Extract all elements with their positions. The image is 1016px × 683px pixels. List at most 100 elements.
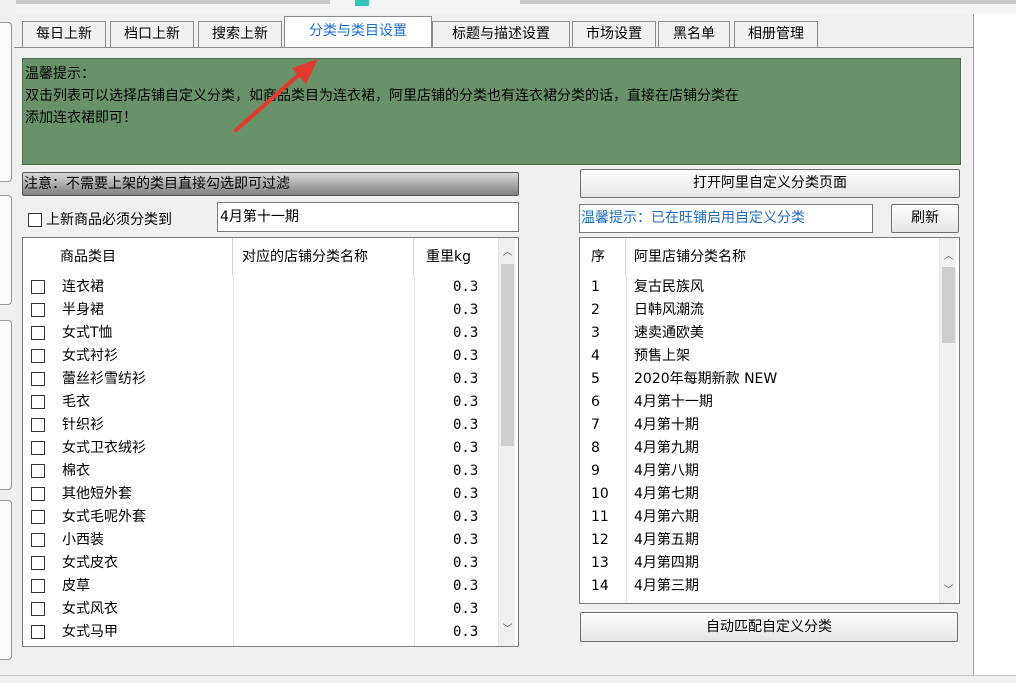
top-strip-left <box>0 0 330 4</box>
tab-daily-new[interactable]: 每日上新 <box>22 21 106 48</box>
table-row[interactable]: 棉衣 0.3 <box>23 460 498 483</box>
table-row[interactable]: 蕾丝衫雪纺衫 0.3 <box>23 368 498 391</box>
row-checkbox[interactable] <box>31 579 45 594</box>
tab-search-new[interactable]: 搜索上新 <box>198 21 282 48</box>
weight-value[interactable]: 0.3 <box>453 322 478 345</box>
tab-title-description[interactable]: 标题与描述设置 <box>432 21 570 48</box>
weight-value[interactable]: 0.3 <box>453 460 478 483</box>
row-checkbox[interactable] <box>31 349 45 364</box>
list-item[interactable]: 10 4月第七期 <box>580 483 939 506</box>
table-row[interactable]: 女式风衣 0.3 <box>23 598 498 621</box>
scroll-thumb[interactable] <box>942 267 955 343</box>
header-shop-category[interactable]: 对应的店铺分类名称 <box>233 238 414 276</box>
table-row[interactable]: 半身裙 0.3 <box>23 299 498 322</box>
open-ali-category-button[interactable]: 打开阿里自定义分类页面 <box>580 169 960 198</box>
table-row[interactable]: 其他短外套 0.3 <box>23 483 498 506</box>
table-row[interactable]: 毛衣 0.3 <box>23 391 498 414</box>
weight-value[interactable]: 0.3 <box>453 437 478 460</box>
row-index: 10 <box>591 486 609 502</box>
row-checkbox[interactable] <box>31 326 45 341</box>
table-row[interactable]: 女式马甲 0.3 <box>23 621 498 644</box>
must-classify-checkbox-label[interactable]: 上新商品必须分类到 <box>28 209 172 229</box>
row-index: 13 <box>591 555 609 571</box>
list-item[interactable]: 13 4月第四期 <box>580 552 939 575</box>
row-checkbox[interactable] <box>31 510 45 525</box>
weight-value[interactable]: 0.3 <box>453 575 478 598</box>
weight-value[interactable]: 0.3 <box>453 529 478 552</box>
list-item[interactable]: 1 复古民族风 <box>580 276 939 299</box>
list-item[interactable]: 5 2020年每期新款 NEW <box>580 368 939 391</box>
must-classify-input[interactable]: 4月第十一期 <box>217 202 519 232</box>
list-item[interactable]: 11 4月第六期 <box>580 506 939 529</box>
weight-value[interactable]: 0.3 <box>453 552 478 575</box>
header-ali-category[interactable]: 阿里店铺分类名称 <box>626 238 939 276</box>
weight-value[interactable]: 0.3 <box>453 621 478 644</box>
table-row[interactable]: 针织衫 0.3 <box>23 414 498 437</box>
chevron-down-icon[interactable]: ﹀ <box>940 582 957 599</box>
row-checkbox[interactable] <box>31 602 45 617</box>
row-checkbox[interactable] <box>31 556 45 571</box>
table-row[interactable]: 女式卫衣绒衫 0.3 <box>23 437 498 460</box>
list-item[interactable]: 9 4月第八期 <box>580 460 939 483</box>
row-checkbox[interactable] <box>31 487 45 502</box>
tab-category-settings[interactable]: 分类与类目设置 <box>284 16 432 48</box>
category-grid[interactable]: 商品类目 对应的店铺分类名称 重里kg 连衣裙 0.3 半身裙 0.3 女式T恤 0.3 女… <box>22 237 519 647</box>
ali-category-grid[interactable]: 序 阿里店铺分类名称 1 复古民族风 2 日韩风潮流 3 速卖通欧美 4 预售上架 5 2020年… <box>579 237 960 604</box>
weight-value[interactable]: 0.3 <box>453 414 478 437</box>
weight-value[interactable]: 0.3 <box>453 368 478 391</box>
tab-blacklist[interactable]: 黑名单 <box>658 21 730 48</box>
weight-value[interactable]: 0.3 <box>453 299 478 322</box>
chevron-down-icon[interactable]: ﹀ <box>499 621 516 638</box>
table-row[interactable]: 女式衬衫 0.3 <box>23 345 498 368</box>
table-row[interactable]: 连衣裙 0.3 <box>23 276 498 299</box>
category-scrollbar[interactable]: ︿ ﹀ <box>498 238 515 646</box>
notice-title: 温馨提示： <box>25 66 95 82</box>
left-edge-box <box>0 22 12 182</box>
must-classify-checkbox[interactable] <box>28 213 42 227</box>
tab-market-settings[interactable]: 市场设置 <box>572 21 656 48</box>
ali-category-name: 4月第七期 <box>634 486 699 502</box>
ali-scrollbar[interactable]: ︿ ﹀ <box>939 238 956 603</box>
auto-match-button[interactable]: 自动匹配自定义分类 <box>580 612 958 642</box>
list-item[interactable]: 4 预售上架 <box>580 345 939 368</box>
row-checkbox[interactable] <box>31 625 45 640</box>
scroll-thumb[interactable] <box>501 264 514 446</box>
row-checkbox[interactable] <box>31 395 45 410</box>
list-item[interactable]: 8 4月第九期 <box>580 437 939 460</box>
table-row[interactable]: 小西装 0.3 <box>23 529 498 552</box>
row-checkbox[interactable] <box>31 418 45 433</box>
header-index[interactable]: 序 <box>580 238 626 276</box>
row-checkbox[interactable] <box>31 280 45 295</box>
row-checkbox[interactable] <box>31 441 45 456</box>
list-item[interactable]: 14 4月第三期 <box>580 575 939 598</box>
list-item[interactable]: 2 日韩风潮流 <box>580 299 939 322</box>
table-row[interactable]: 女式皮衣 0.3 <box>23 552 498 575</box>
row-checkbox[interactable] <box>31 533 45 548</box>
weight-value[interactable]: 0.3 <box>453 598 478 621</box>
chevron-up-icon[interactable]: ︿ <box>499 244 516 261</box>
weight-value[interactable]: 0.3 <box>453 345 478 368</box>
tab-stall-new[interactable]: 档口上新 <box>110 21 194 48</box>
row-checkbox[interactable] <box>31 372 45 387</box>
table-row[interactable]: 女式毛呢外套 0.3 <box>23 506 498 529</box>
ali-category-name: 4月第五期 <box>634 532 699 548</box>
list-item[interactable]: 12 4月第五期 <box>580 529 939 552</box>
row-checkbox[interactable] <box>31 464 45 479</box>
weight-value[interactable]: 0.3 <box>453 483 478 506</box>
table-row[interactable]: 皮草 0.3 <box>23 575 498 598</box>
header-category[interactable]: 商品类目 <box>23 238 233 276</box>
list-item[interactable]: 7 4月第十期 <box>580 414 939 437</box>
bottom-bar <box>0 675 1016 683</box>
list-item[interactable]: 6 4月第十一期 <box>580 391 939 414</box>
header-weight[interactable]: 重里kg <box>414 238 498 276</box>
tab-album-manage[interactable]: 相册管理 <box>734 21 818 48</box>
weight-value[interactable]: 0.3 <box>453 276 478 299</box>
refresh-button[interactable]: 刷新 <box>891 204 959 233</box>
row-checkbox[interactable] <box>31 303 45 318</box>
weight-value[interactable]: 0.3 <box>453 506 478 529</box>
weight-value[interactable]: 0.3 <box>453 391 478 414</box>
chevron-up-icon[interactable]: ︿ <box>940 248 957 265</box>
table-row[interactable]: 女式T恤 0.3 <box>23 322 498 345</box>
list-item[interactable]: 3 速卖通欧美 <box>580 322 939 345</box>
category-name: 皮草 <box>62 578 90 594</box>
